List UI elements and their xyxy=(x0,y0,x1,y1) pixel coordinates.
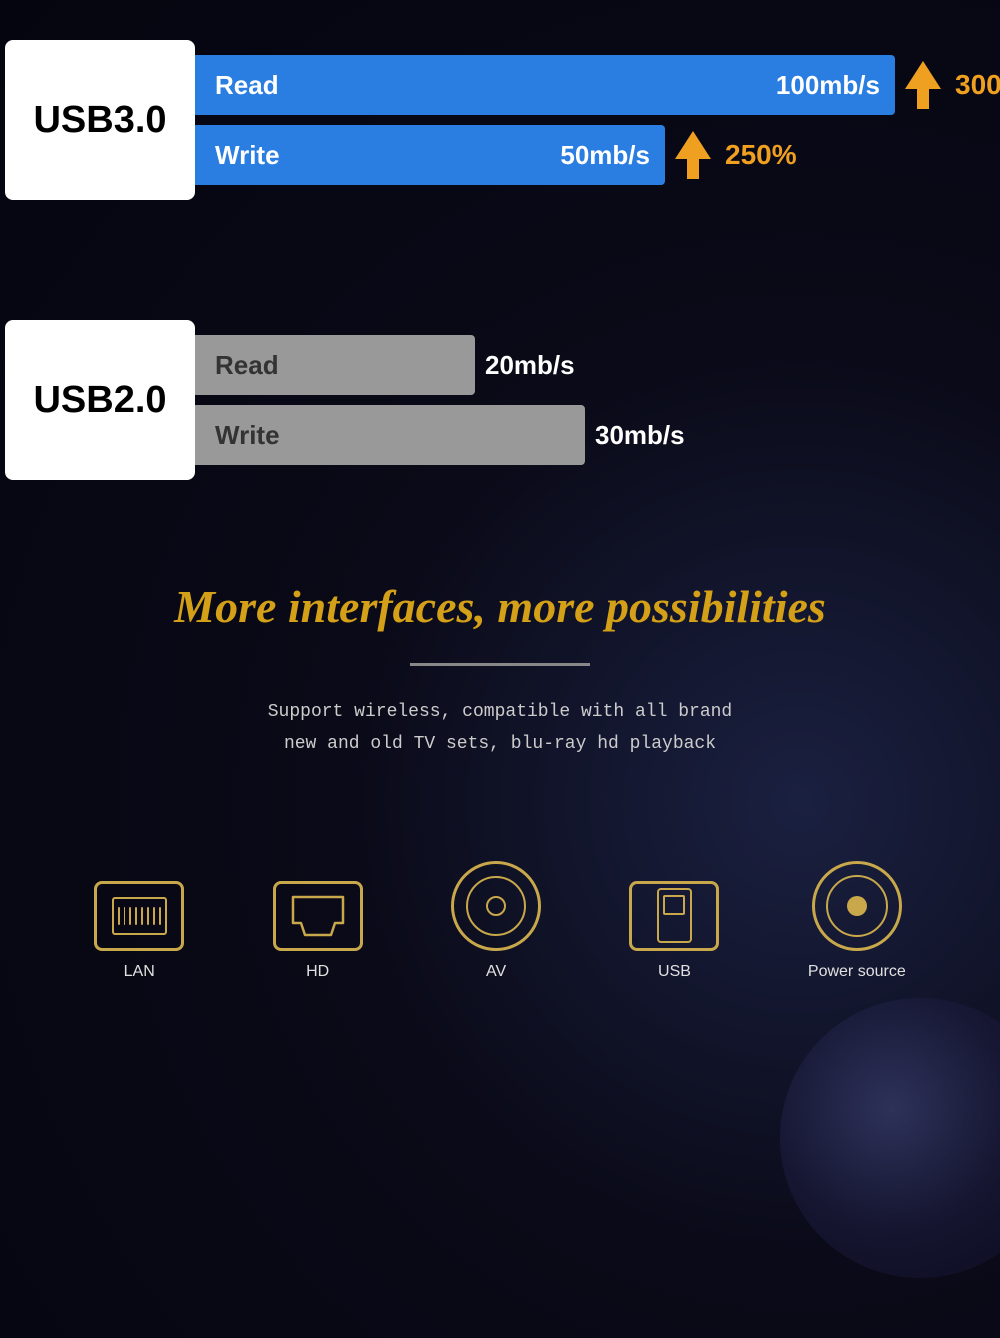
usb30-bars: Read 100mb/s 300% Write 50mb/s xyxy=(195,55,1000,185)
usb20-read-row: Read 20mb/s xyxy=(195,335,970,395)
av-icon-box xyxy=(451,861,541,951)
av-label: AV xyxy=(486,963,506,981)
interface-hd: HD xyxy=(273,881,363,981)
usb20-write-row: Write 30mb/s xyxy=(195,405,970,465)
usb30-write-label: Write xyxy=(215,140,305,171)
usb-icon-box xyxy=(629,881,719,951)
usb30-write-value: 50mb/s xyxy=(560,140,665,171)
power-inner-dot xyxy=(847,896,867,916)
lan-icon xyxy=(112,897,167,935)
usb-inner xyxy=(663,895,685,915)
power-icon-box xyxy=(812,861,902,951)
more-section: More interfaces, more possibilities Supp… xyxy=(0,500,1000,781)
hd-icon-box xyxy=(273,881,363,951)
divider xyxy=(410,663,590,666)
usb30-label: USB3.0 xyxy=(5,40,195,200)
av-icon xyxy=(466,876,526,936)
usb30-read-label: Read xyxy=(215,70,305,101)
interface-lan: LAN xyxy=(94,881,184,981)
usb30-read-value: 100mb/s xyxy=(776,70,895,101)
usb20-write-value: 30mb/s xyxy=(595,420,685,451)
usb30-write-bar: Write 50mb/s xyxy=(195,125,665,185)
usb20-read-label: Read xyxy=(215,350,305,381)
usb20-section: USB2.0 Read 20mb/s Write 30mb/s xyxy=(0,300,1000,500)
av-inner-circle xyxy=(486,896,506,916)
power-label: Power source xyxy=(808,963,906,981)
usb30-write-arrow-row: 250% xyxy=(675,131,797,179)
arrow-up-icon-2 xyxy=(675,131,711,179)
lan-icon-box xyxy=(94,881,184,951)
usb30-read-boost: 300% xyxy=(955,69,1000,101)
usb20-bars: Read 20mb/s Write 30mb/s xyxy=(195,335,970,465)
lan-label: LAN xyxy=(124,963,155,981)
usb20-read-bar: Read xyxy=(195,335,475,395)
hdmi-icon xyxy=(289,895,347,937)
interfaces-section: LAN HD AV xyxy=(0,801,1000,1031)
usb20-write-bar: Write xyxy=(195,405,585,465)
usb30-read-bar: Read 100mb/s xyxy=(195,55,895,115)
usb30-read-row: Read 100mb/s 300% xyxy=(195,55,1000,115)
support-text-line2: new and old TV sets, blu-ray hd playback xyxy=(284,734,716,754)
usb20-label: USB2.0 xyxy=(5,320,195,480)
power-icon xyxy=(826,875,888,937)
usb-icon xyxy=(657,888,692,943)
usb30-write-boost: 250% xyxy=(725,139,797,171)
usb20-read-value: 20mb/s xyxy=(485,350,575,381)
usb20-write-label: Write xyxy=(215,420,305,451)
support-text: Support wireless, compatible with all br… xyxy=(125,696,875,761)
more-title: More interfaces, more possibilities xyxy=(20,580,980,633)
usb-label: USB xyxy=(658,963,691,981)
interface-usb: USB xyxy=(629,881,719,981)
interface-av: AV xyxy=(451,861,541,981)
usb30-section: USB3.0 Read 100mb/s 300% Write xyxy=(0,0,1000,220)
support-text-line1: Support wireless, compatible with all br… xyxy=(268,702,732,722)
usb30-read-arrow-row: 300% xyxy=(905,61,1000,109)
arrow-up-icon xyxy=(905,61,941,109)
interface-power: Power source xyxy=(808,861,906,981)
hd-label: HD xyxy=(306,963,329,981)
usb30-write-row: Write 50mb/s 250% xyxy=(195,125,1000,185)
